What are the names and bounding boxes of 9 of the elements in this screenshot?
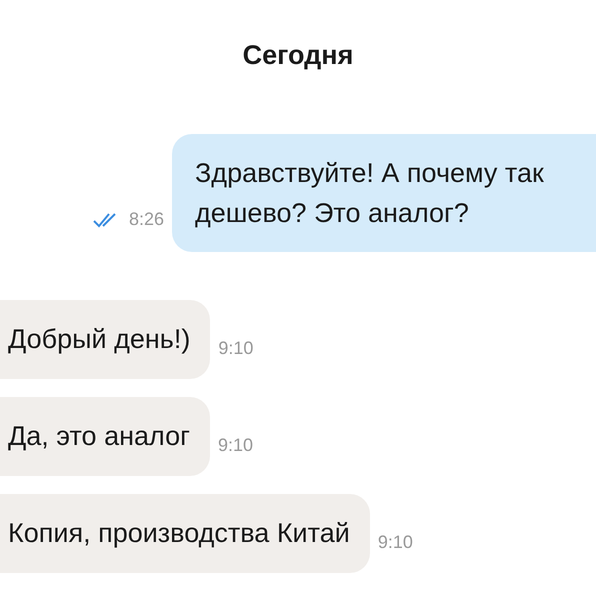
message-time: 9:10 xyxy=(218,435,253,456)
date-header: Сегодня xyxy=(242,40,354,70)
message-bubble: Добрый день!) xyxy=(0,300,210,379)
message-bubble: Здравствуйте! А почему так дешево? Это аналог? xyxy=(172,134,596,252)
message-bubble: Копия, производства Китай xyxy=(0,494,370,573)
message-time: 8:26 xyxy=(128,209,164,230)
message-bubble: Да, это аналог xyxy=(0,397,210,476)
message-time: 9:10 xyxy=(378,532,413,553)
message-time: 9:10 xyxy=(218,338,254,359)
